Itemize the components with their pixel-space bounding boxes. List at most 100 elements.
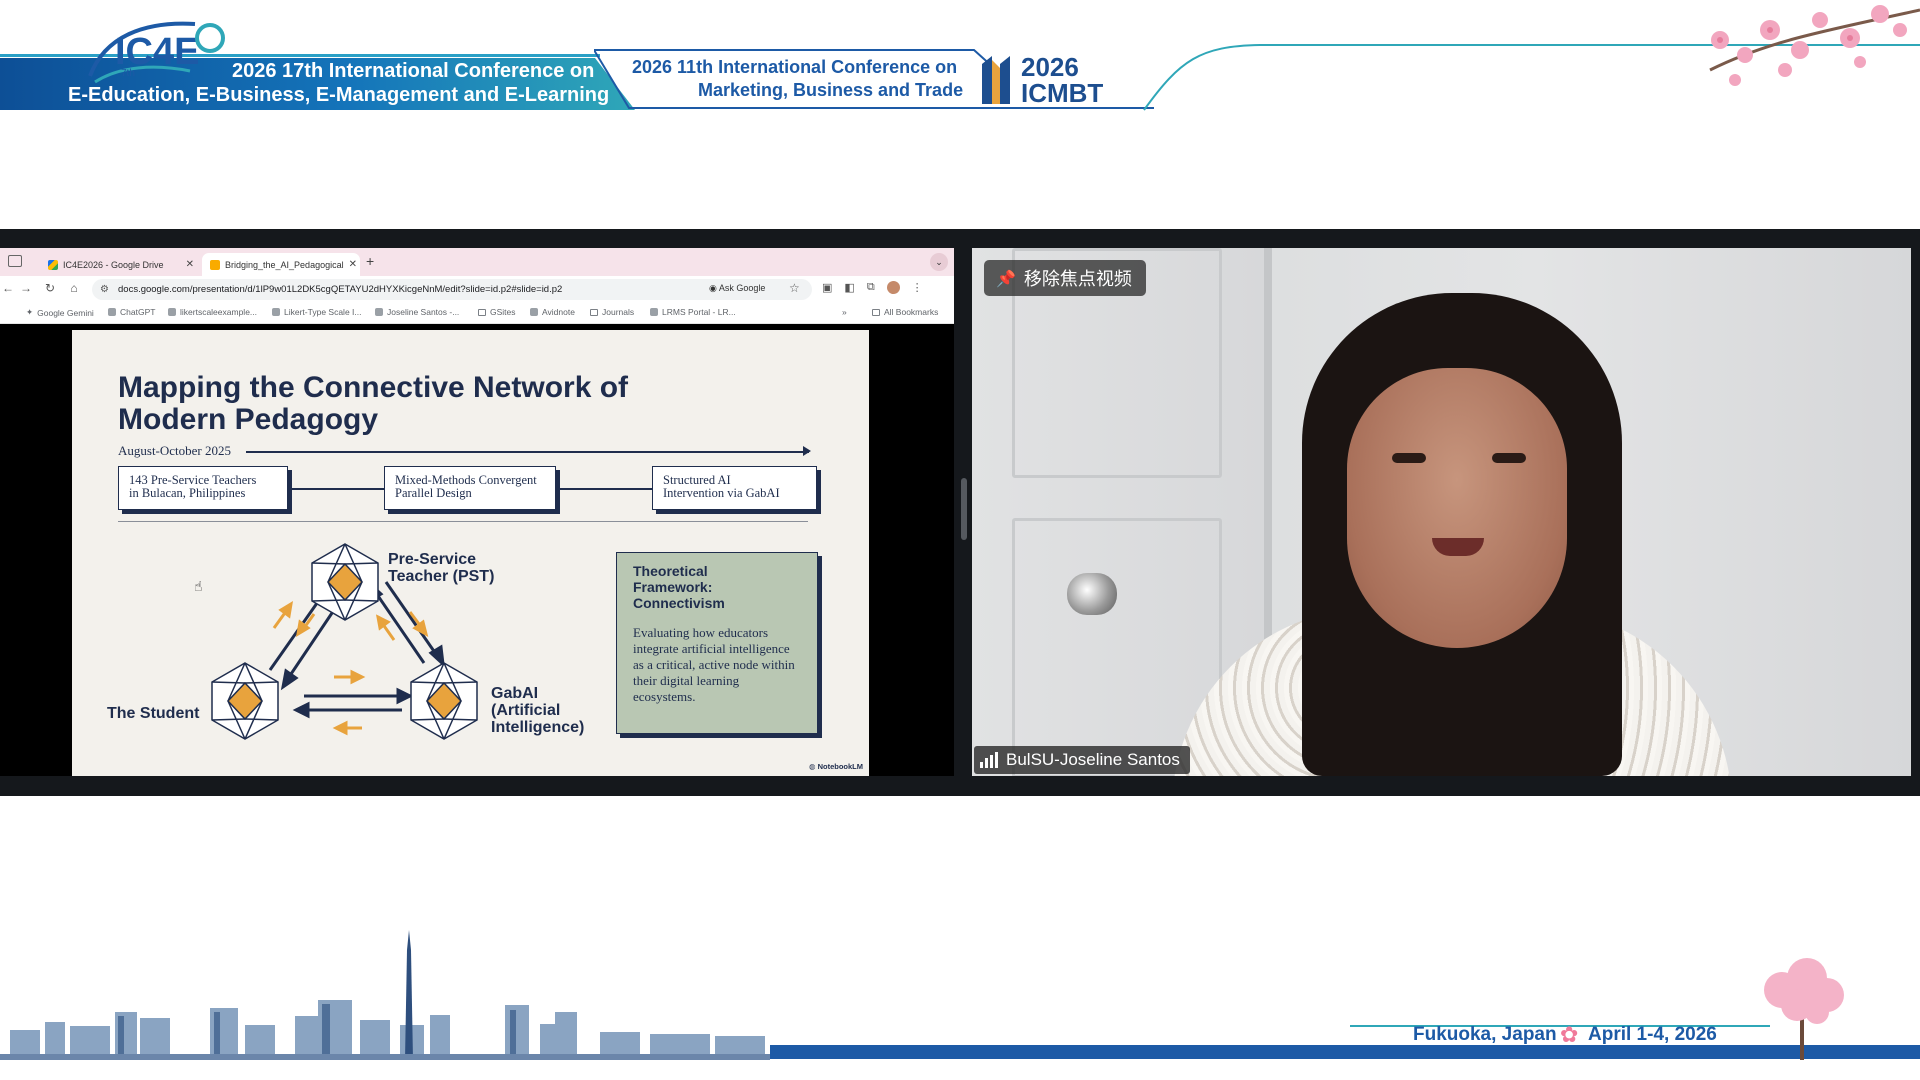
bookmark-item[interactable]: Likert-Type Scale I...: [272, 307, 361, 317]
bookmark-item[interactable]: Avidnote: [530, 307, 575, 317]
slide-date-range: August-October 2025: [118, 443, 232, 458]
icmbt-title-line1: 2026 11th International Conference on: [632, 57, 958, 77]
new-tab-button[interactable]: +: [366, 253, 374, 269]
extension-icon[interactable]: ▣: [822, 281, 832, 294]
bookmark-label: LRMS Portal - LR...: [662, 307, 736, 317]
footer-location: Fukuoka, Japan: [1413, 1024, 1557, 1045]
browser-toolbar: ← → ↻ ⌂ ⚙ docs.google.com/presentation/d…: [0, 276, 954, 302]
site-icon: [168, 308, 176, 316]
signal-strength-icon: [980, 752, 998, 768]
bookmark-label: ChatGPT: [120, 307, 156, 317]
close-icon[interactable]: ✕: [349, 259, 357, 270]
kebab-menu-icon[interactable]: ⋮: [912, 281, 923, 294]
node-pst-label: Pre-Service Teacher (PST): [388, 551, 495, 585]
timeline-box-participants: 143 Pre-Service Teachers in Bulacan, Phi…: [118, 466, 288, 510]
google-slides-icon: [210, 259, 220, 270]
bookmark-item[interactable]: likertscaleexample...: [168, 307, 257, 317]
timeline-box-intervention: Structured AI Intervention via GabAI: [652, 466, 817, 510]
participant-name: BulSU-Joseline Santos: [1006, 750, 1180, 769]
site-icon: [375, 308, 383, 316]
participant-face: [1347, 368, 1567, 648]
unpin-spotlight-button[interactable]: 📌 移除焦点视频: [984, 260, 1146, 296]
all-bookmarks[interactable]: All Bookmarks: [872, 307, 938, 317]
close-icon[interactable]: ✕: [186, 259, 194, 270]
site-icon: [272, 308, 280, 316]
node-student-icon: [211, 662, 279, 740]
puzzle-icon[interactable]: ⧉: [867, 281, 875, 294]
bookmark-item[interactable]: LRMS Portal - LR...: [650, 307, 736, 317]
unpin-label: 移除焦点视频: [1023, 269, 1132, 290]
avatar[interactable]: [886, 281, 900, 294]
conference-footer: Fukuoka, Japan ✿ April 1-4, 2026: [0, 930, 1920, 1080]
tab-label: IC4E2026 - Google Drive: [63, 259, 164, 270]
tab-search-icon[interactable]: [8, 255, 22, 267]
presentation-slide[interactable]: Mapping the Connective Network of Modern…: [72, 330, 869, 776]
node-student-label: The Student: [107, 705, 200, 722]
bookmark-item[interactable]: ✦ Google Gemini: [26, 307, 94, 318]
ic4e-logo-text: IC4E: [115, 31, 199, 73]
chatgpt-icon: [108, 308, 116, 316]
bookmarks-bar: ✦ Google Gemini ChatGPT likertscaleexampl…: [0, 302, 954, 324]
home-icon[interactable]: ⌂: [66, 281, 82, 295]
participant-name-tag: BulSU-Joseline Santos: [974, 746, 1190, 774]
timeline-connector: [290, 488, 390, 490]
bookmark-label: Journals: [602, 307, 635, 317]
extension-icons: ▣ ◧ ⧉ ⋮: [822, 281, 923, 294]
browser-tab-bar: IC4E2026 - Google Drive ✕ Bridging_the_A…: [0, 248, 954, 276]
icmbt-logo-icon: [982, 56, 1010, 104]
cherry-tree-icon: [1764, 958, 1844, 1060]
forward-icon[interactable]: →: [18, 281, 34, 295]
bookmark-item[interactable]: Journals: [590, 307, 634, 317]
bookmark-star-icon[interactable]: ☆: [789, 281, 800, 295]
site-icon: [530, 308, 538, 316]
participant-eye: [1492, 453, 1526, 463]
bookmark-label: All Bookmarks: [884, 307, 939, 317]
ic4e-logo-icon: IC4E 7th: [88, 21, 225, 84]
icmbt-logo-year: 2026: [1021, 52, 1079, 82]
ask-google-label: Ask Google: [718, 283, 766, 293]
footer-blue-bar: [770, 1045, 1920, 1059]
back-icon[interactable]: ←: [0, 281, 16, 295]
bookmark-label: Avidnote: [542, 307, 575, 317]
site-info-icon[interactable]: ⚙: [100, 284, 109, 295]
address-bar[interactable]: ⚙ docs.google.com/presentation/d/1lP9w01…: [92, 279, 812, 300]
node-gabai-icon: [410, 662, 478, 740]
participant-video-tile[interactable]: 📌 移除焦点视频 BulSU-Joseline Santos: [972, 248, 1911, 776]
tab-slides[interactable]: Bridging_the_AI_Pedagogical ✕: [202, 253, 360, 276]
ic4e-logo-sup: 7th: [121, 68, 135, 79]
pin-icon: 📌: [996, 268, 1016, 288]
participant-eye: [1392, 453, 1426, 463]
cherry-blossom-decoration: [1709, 5, 1920, 86]
chevron-down-icon[interactable]: ⌄: [930, 253, 948, 271]
ic4e-title-line1: 2026 17th International Conference on: [232, 60, 595, 82]
icmbt-title-line2: Marketing, Business and Trade: [698, 80, 964, 100]
bookmark-item[interactable]: ChatGPT: [108, 307, 155, 317]
folder-icon: [590, 308, 598, 316]
shared-screen[interactable]: IC4E2026 - Google Drive ✕ Bridging_the_A…: [0, 248, 954, 776]
footer-dates: April 1-4, 2026: [1588, 1024, 1717, 1045]
site-icon: [650, 308, 658, 316]
reload-icon[interactable]: ↻: [42, 281, 58, 295]
timeline-line: [246, 451, 809, 453]
door-knob: [1067, 573, 1117, 615]
theory-title: Theoretical Framework: Connectivism: [633, 563, 725, 611]
timeline-box-design: Mixed-Methods Convergent Parallel Design: [384, 466, 556, 510]
timeline-connector: [557, 488, 657, 490]
folder-icon: [478, 308, 486, 316]
bookmark-label: GSites: [490, 307, 516, 317]
resize-handle[interactable]: [961, 478, 967, 540]
node-gabai-label: GabAI (Artificial Intelligence): [491, 685, 585, 736]
fukuoka-skyline-icon: [0, 930, 770, 1060]
watermark-text: NotebookLM: [817, 762, 863, 771]
hand-cursor-icon: ☝: [194, 578, 203, 594]
ask-google-button[interactable]: ◉ Ask Google: [709, 283, 765, 294]
bookmark-label: Likert-Type Scale I...: [284, 307, 362, 317]
ic4e-title-line2: E-Education, E-Business, E-Management an…: [68, 84, 610, 106]
tab-google-drive[interactable]: IC4E2026 - Google Drive ✕: [40, 253, 202, 276]
bookmark-item[interactable]: GSites: [478, 307, 516, 317]
notebooklm-watermark: ◍ NotebookLM: [808, 762, 863, 771]
extension-icon[interactable]: ◧: [844, 281, 854, 294]
bookmark-item[interactable]: Joseline Santos -...: [375, 307, 459, 317]
folder-icon: [872, 308, 880, 316]
bookmarks-overflow[interactable]: »: [842, 307, 847, 317]
